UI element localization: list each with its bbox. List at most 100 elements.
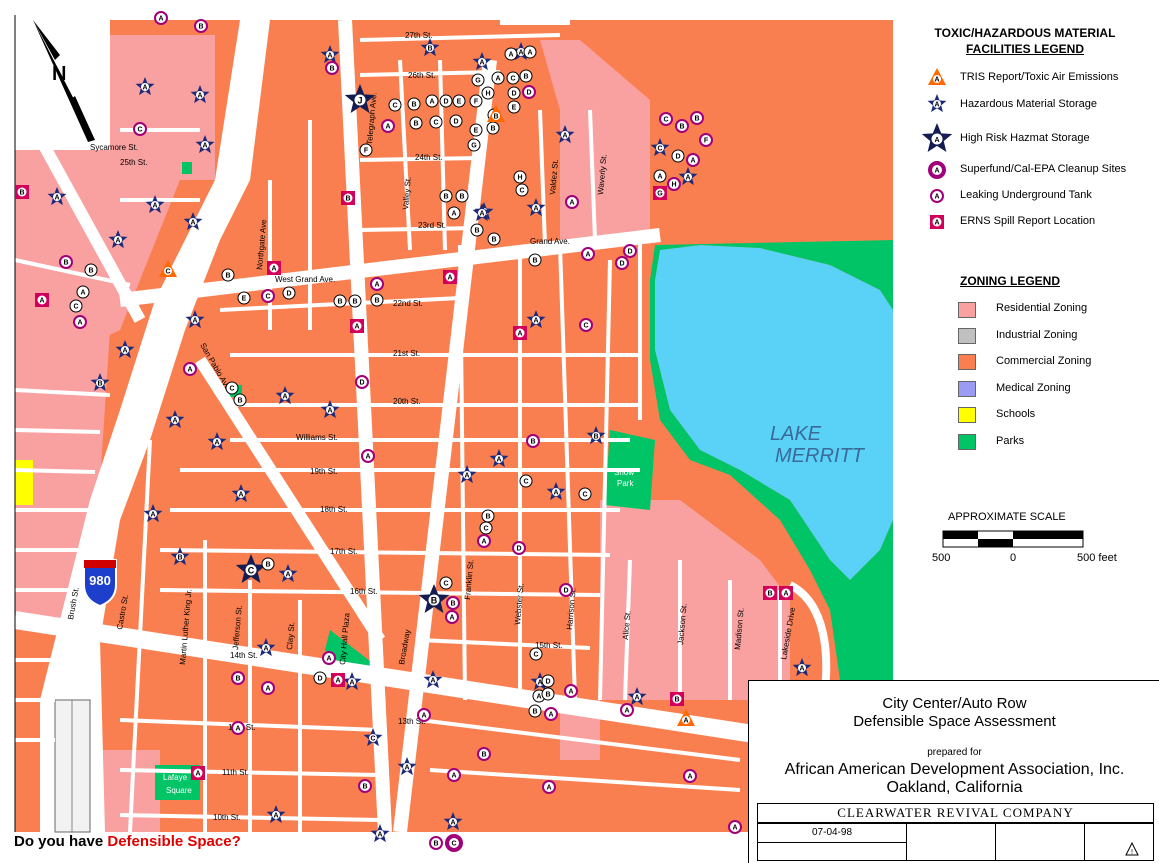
leaking-tank-circle-icon: A bbox=[73, 315, 87, 329]
leaking-tank-circle-icon: C bbox=[261, 289, 275, 303]
svg-text:A: A bbox=[374, 282, 379, 289]
svg-text:F: F bbox=[364, 148, 369, 155]
superfund-circle-icon: C bbox=[445, 834, 463, 852]
svg-text:A: A bbox=[568, 689, 573, 696]
svg-text:D: D bbox=[545, 679, 550, 686]
svg-text:A: A bbox=[152, 203, 157, 210]
superfund-circle-icon: A bbox=[928, 161, 946, 179]
snow-park-label-1: Snow bbox=[614, 468, 634, 477]
zoning-legend-item-label: Residential Zoning bbox=[996, 302, 1088, 314]
svg-text:H: H bbox=[517, 175, 522, 182]
svg-text:H: H bbox=[671, 182, 676, 189]
svg-text:A: A bbox=[349, 680, 354, 687]
lake-label-line1: LAKE bbox=[770, 423, 822, 445]
zoning-legend-item-label: Parks bbox=[996, 435, 1025, 447]
ern-square-icon: A bbox=[191, 766, 205, 780]
svg-text:J: J bbox=[357, 96, 362, 106]
toxic-legend-title-2: FACILITIES LEGEND bbox=[965, 42, 1084, 56]
svg-text:A: A bbox=[527, 50, 532, 57]
leaking-tank-circle-icon: B bbox=[333, 294, 347, 308]
leaking-tank-circle-icon: F bbox=[699, 133, 713, 147]
leaking-tank-circle-icon: D bbox=[623, 244, 637, 258]
question-highlight: Defensible Space? bbox=[107, 833, 241, 850]
svg-text:E: E bbox=[457, 99, 462, 106]
leaking-tank-circle-icon: A bbox=[728, 820, 742, 834]
scale-mid-label: 0 bbox=[1010, 552, 1017, 564]
ern-square-icon: B bbox=[670, 692, 684, 706]
svg-text:B: B bbox=[88, 268, 93, 275]
toxic-legend-item-label: Leaking Underground Tank bbox=[960, 189, 1092, 201]
leaking-tank-circle-icon: B bbox=[455, 189, 469, 203]
svg-text:C: C bbox=[519, 188, 524, 195]
leaking-tank-circle-icon: A bbox=[447, 206, 461, 220]
leaking-tank-circle-icon: A bbox=[417, 708, 431, 722]
svg-text:B: B bbox=[235, 676, 240, 683]
street-label: 26th St. bbox=[408, 71, 436, 80]
svg-text:A: A bbox=[385, 124, 390, 131]
svg-text:C: C bbox=[510, 76, 515, 83]
leaking-tank-circle-icon: F bbox=[469, 94, 483, 108]
svg-text:B: B bbox=[362, 784, 367, 791]
question-prefix: Do you have bbox=[14, 833, 108, 850]
svg-text:A: A bbox=[365, 454, 370, 461]
leaking-tank-circle-icon: D bbox=[313, 671, 327, 685]
toxic-legend-item-label: Superfund/Cal-EPA Cleanup Sites bbox=[960, 163, 1127, 175]
svg-text:A: A bbox=[934, 168, 939, 175]
leaking-tank-circle-icon: C bbox=[506, 71, 520, 85]
svg-text:C: C bbox=[73, 304, 78, 311]
leaking-tank-circle-icon: A bbox=[445, 610, 459, 624]
svg-text:A: A bbox=[450, 820, 455, 827]
svg-text:B: B bbox=[237, 398, 242, 405]
svg-text:A: A bbox=[624, 708, 629, 715]
leaking-tank-circle-icon: B bbox=[487, 232, 501, 246]
leaking-tank-circle-icon: C bbox=[659, 112, 673, 126]
svg-text:C: C bbox=[229, 386, 234, 393]
svg-text:A: A bbox=[562, 133, 567, 140]
zoning-swatch-commercial bbox=[958, 354, 976, 370]
legend-background bbox=[893, 15, 1159, 680]
svg-text:A: A bbox=[271, 266, 276, 273]
leaking-tank-circle-icon: D bbox=[522, 85, 536, 99]
svg-text:D: D bbox=[563, 588, 568, 595]
svg-text:A: A bbox=[197, 93, 202, 100]
residential-zone-sw bbox=[95, 750, 160, 832]
interstate-980-shield-icon: 980 bbox=[83, 559, 117, 608]
svg-text:C: C bbox=[370, 736, 375, 743]
leaking-tank-circle-icon: A bbox=[686, 153, 700, 167]
leaking-tank-circle-icon: B bbox=[261, 557, 275, 571]
leaking-tank-circle-icon: A bbox=[523, 45, 537, 59]
svg-text:B: B bbox=[413, 121, 418, 128]
svg-text:C: C bbox=[392, 103, 397, 110]
street-label: 20th St. bbox=[393, 397, 421, 406]
leaking-tank-circle-icon: A bbox=[581, 247, 595, 261]
svg-text:A: A bbox=[235, 726, 240, 733]
leaking-tank-circle-icon: B bbox=[429, 836, 443, 850]
small-park-1 bbox=[182, 162, 192, 174]
svg-text:F: F bbox=[704, 138, 709, 145]
scale-bar bbox=[942, 530, 1084, 548]
svg-text:A: A bbox=[451, 211, 456, 218]
svg-text:A: A bbox=[77, 320, 82, 327]
leaking-tank-circle-icon: D bbox=[282, 286, 296, 300]
street-label: 22nd St. bbox=[393, 299, 423, 308]
ern-square-icon: A bbox=[779, 586, 793, 600]
svg-text:A: A bbox=[783, 591, 788, 598]
leaking-tank-circle-icon: B bbox=[486, 121, 500, 135]
leaking-tank-circle-icon: C bbox=[529, 647, 543, 661]
svg-text:A: A bbox=[934, 194, 939, 201]
leaking-tank-circle-icon: D bbox=[615, 256, 629, 270]
title-line2: Defensible Space Assessment bbox=[853, 713, 1056, 730]
svg-text:A: A bbox=[451, 773, 456, 780]
svg-text:A: A bbox=[39, 298, 44, 305]
svg-text:D: D bbox=[359, 380, 364, 387]
svg-text:D: D bbox=[443, 99, 448, 106]
leaking-tank-circle-icon: A bbox=[542, 780, 556, 794]
svg-text:B: B bbox=[481, 752, 486, 759]
leaking-tank-circle-icon: G bbox=[471, 73, 485, 87]
leaking-tank-circle-icon: D bbox=[507, 86, 521, 100]
leaking-tank-circle-icon: B bbox=[325, 61, 339, 75]
svg-text:E: E bbox=[512, 105, 517, 112]
company-banner: CLEARWATER REVIVAL COMPANY bbox=[757, 803, 1154, 823]
client-line2: Oakland, California bbox=[886, 779, 1023, 796]
svg-text:A: A bbox=[518, 50, 523, 57]
